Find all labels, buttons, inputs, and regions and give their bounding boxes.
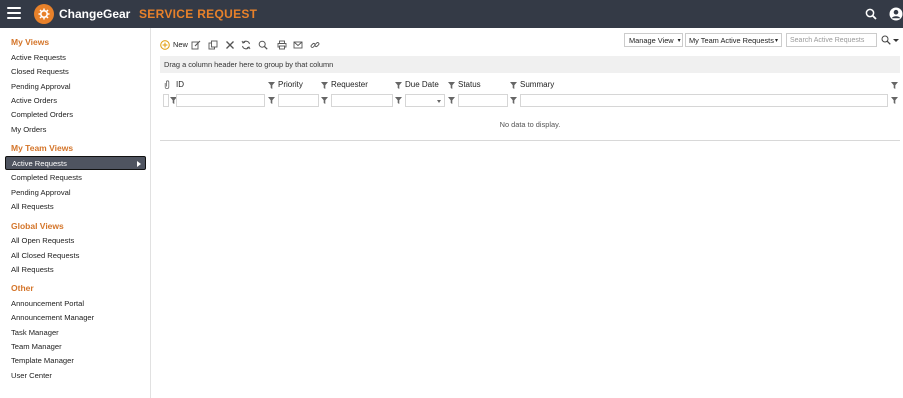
search-icon bbox=[258, 40, 268, 50]
sidebar-item-team-pending-approval[interactable]: Pending Approval bbox=[11, 188, 71, 197]
sidebar-item-announcement-manager[interactable]: Announcement Manager bbox=[11, 313, 94, 322]
filter-icon[interactable] bbox=[268, 97, 275, 104]
edit-icon bbox=[191, 40, 201, 49]
print-button[interactable] bbox=[277, 39, 287, 50]
sidebar-item-user-center[interactable]: User Center bbox=[11, 371, 52, 380]
email-icon bbox=[293, 41, 303, 48]
add-icon bbox=[160, 39, 170, 50]
find-button[interactable] bbox=[258, 39, 268, 50]
filter-input-requester[interactable] bbox=[331, 94, 393, 107]
sidebar-item-team-all-requests[interactable]: All Requests bbox=[11, 202, 54, 211]
sidebar-item-completed-requests[interactable]: Completed Requests bbox=[11, 173, 82, 182]
filter-icon[interactable] bbox=[448, 97, 455, 104]
filter-input-summary[interactable] bbox=[520, 94, 888, 107]
filter-input-due-date[interactable] bbox=[405, 94, 445, 107]
chevron-right-icon bbox=[137, 161, 141, 167]
sidebar-item-my-orders[interactable]: My Orders bbox=[11, 125, 46, 134]
column-header-status[interactable]: Status bbox=[458, 80, 481, 89]
section-other: Other bbox=[11, 283, 34, 293]
copy-icon bbox=[208, 40, 218, 49]
sidebar-item-label: Active Requests bbox=[12, 158, 67, 168]
filter-input-priority[interactable] bbox=[278, 94, 319, 107]
view-select[interactable]: My Team Active Requests ▾ bbox=[685, 33, 782, 47]
caret-down-icon: ▾ bbox=[677, 37, 681, 44]
filter-icon[interactable] bbox=[395, 82, 402, 89]
sidebar-item-my-active-requests[interactable]: Active Requests bbox=[11, 53, 66, 62]
sidebar-item-completed-orders[interactable]: Completed Orders bbox=[11, 110, 73, 119]
filter-icon[interactable] bbox=[321, 82, 328, 89]
column-header-priority[interactable]: Priority bbox=[278, 80, 303, 89]
column-header-summary[interactable]: Summary bbox=[520, 80, 554, 89]
sidebar-item-all-closed-requests[interactable]: All Closed Requests bbox=[11, 251, 79, 260]
grid-divider bbox=[160, 140, 900, 141]
changegear-logo-icon bbox=[34, 4, 54, 24]
link-icon bbox=[310, 41, 320, 48]
column-header-due-date[interactable]: Due Date bbox=[405, 80, 439, 89]
manage-view-dropdown[interactable]: Manage View ▾ bbox=[624, 33, 683, 47]
refresh-icon bbox=[241, 40, 251, 49]
filter-icon[interactable] bbox=[268, 82, 275, 89]
chevron-down-icon bbox=[437, 100, 441, 103]
link-button[interactable] bbox=[310, 39, 320, 50]
search-submit-icon[interactable] bbox=[881, 35, 891, 45]
manage-view-label: Manage View bbox=[629, 35, 674, 45]
delete-icon bbox=[226, 40, 234, 49]
column-header-id[interactable]: ID bbox=[176, 80, 184, 89]
section-global-views: Global Views bbox=[11, 221, 64, 231]
sidebar-item-all-open-requests[interactable]: All Open Requests bbox=[11, 236, 74, 245]
refresh-button[interactable] bbox=[241, 39, 251, 50]
sidebar-item-team-manager[interactable]: Team Manager bbox=[11, 342, 62, 351]
section-my-views: My Views bbox=[11, 37, 50, 47]
filter-icon[interactable] bbox=[891, 97, 898, 104]
sidebar-item-task-manager[interactable]: Task Manager bbox=[11, 328, 59, 337]
brand-name: ChangeGear bbox=[59, 7, 131, 21]
edit-button[interactable] bbox=[191, 39, 201, 50]
sidebar-item-template-manager[interactable]: Template Manager bbox=[11, 356, 74, 365]
global-search-icon[interactable] bbox=[865, 8, 877, 20]
sidebar: My Views Active Requests Closed Requests… bbox=[0, 28, 151, 398]
top-bar: ChangeGear SERVICE REQUEST bbox=[0, 0, 903, 28]
hamburger-menu-icon[interactable] bbox=[7, 7, 21, 20]
sidebar-item-pending-approval[interactable]: Pending Approval bbox=[11, 82, 71, 91]
section-my-team-views: My Team Views bbox=[11, 143, 74, 153]
module-title: SERVICE REQUEST bbox=[139, 7, 258, 21]
filter-icon[interactable] bbox=[510, 82, 517, 89]
filter-input-id[interactable] bbox=[176, 94, 265, 107]
user-profile-icon[interactable] bbox=[889, 7, 903, 21]
email-button[interactable] bbox=[293, 39, 303, 50]
filter-icon[interactable] bbox=[448, 82, 455, 89]
filter-input-status[interactable] bbox=[458, 94, 508, 107]
sidebar-item-closed-requests[interactable]: Closed Requests bbox=[11, 67, 69, 76]
search-input[interactable]: Search Active Requests bbox=[786, 33, 877, 47]
filter-cell-attachment[interactable] bbox=[163, 94, 169, 107]
new-button[interactable]: New bbox=[160, 39, 188, 50]
attachment-icon bbox=[164, 80, 170, 89]
search-options-caret-icon[interactable] bbox=[893, 39, 899, 42]
print-icon bbox=[277, 40, 287, 49]
delete-button[interactable] bbox=[225, 39, 235, 50]
sidebar-item-team-active-requests[interactable]: Active Requests bbox=[5, 156, 146, 170]
filter-icon[interactable] bbox=[891, 82, 898, 89]
column-header-requester[interactable]: Requester bbox=[331, 80, 368, 89]
new-button-label: New bbox=[173, 40, 188, 49]
empty-grid-message: No data to display. bbox=[499, 120, 561, 129]
view-select-value: My Team Active Requests bbox=[689, 35, 774, 45]
group-by-panel[interactable]: Drag a column header here to group by th… bbox=[160, 56, 900, 73]
sidebar-item-active-orders[interactable]: Active Orders bbox=[11, 96, 57, 105]
filter-icon[interactable] bbox=[510, 97, 517, 104]
sidebar-item-announcement-portal[interactable]: Announcement Portal bbox=[11, 299, 84, 308]
sidebar-item-global-all-requests[interactable]: All Requests bbox=[11, 265, 54, 274]
filter-icon[interactable] bbox=[321, 97, 328, 104]
copy-button[interactable] bbox=[208, 39, 218, 50]
chevron-down-icon: ▾ bbox=[774, 38, 778, 44]
filter-icon[interactable] bbox=[395, 97, 402, 104]
